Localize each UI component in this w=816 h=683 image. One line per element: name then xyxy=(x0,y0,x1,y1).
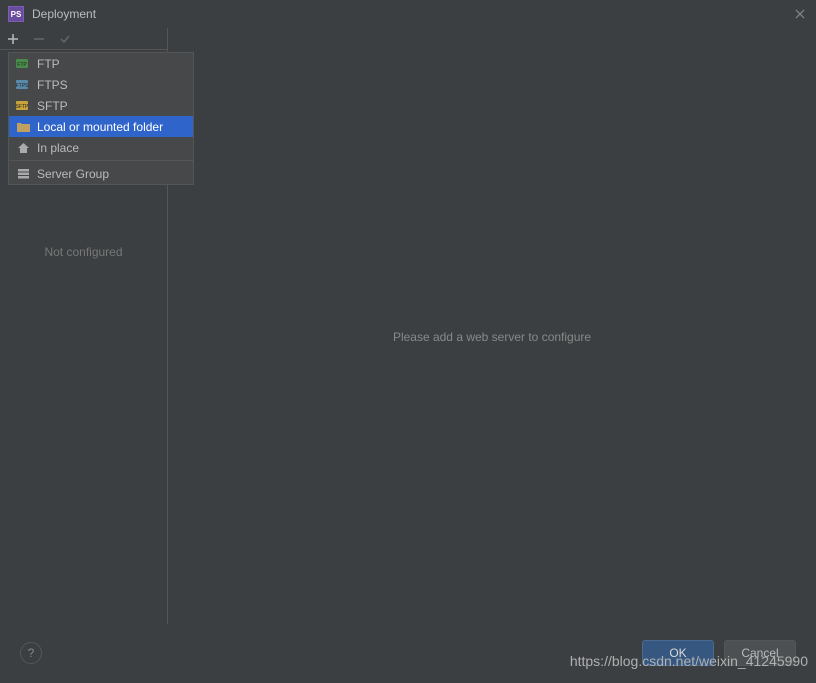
menu-item-ftps[interactable]: FTPS FTPS xyxy=(9,74,193,95)
set-default-button[interactable] xyxy=(58,32,72,46)
cancel-button[interactable]: Cancel xyxy=(724,640,796,666)
ok-button[interactable]: OK xyxy=(642,640,714,666)
content-panel: Please add a web server to configure xyxy=(168,50,816,624)
check-icon xyxy=(59,33,71,45)
minus-icon xyxy=(33,33,45,45)
ftps-icon: FTPS xyxy=(15,78,31,92)
menu-item-label: Server Group xyxy=(37,167,109,181)
server-group-icon xyxy=(15,167,31,181)
close-button[interactable] xyxy=(792,6,808,22)
dialog-footer: ? OK Cancel xyxy=(0,624,816,681)
ftp-icon: FTP xyxy=(15,57,31,71)
titlebar: PS Deployment xyxy=(0,0,816,28)
menu-item-in-place[interactable]: In place xyxy=(9,137,193,158)
app-icon: PS xyxy=(8,6,24,22)
remove-button[interactable] xyxy=(32,32,46,46)
add-button[interactable] xyxy=(6,32,20,46)
menu-item-ftp[interactable]: FTP FTP xyxy=(9,53,193,74)
footer-buttons: OK Cancel xyxy=(642,640,796,666)
svg-text:FTPS: FTPS xyxy=(16,83,29,89)
menu-item-label: In place xyxy=(37,141,79,155)
menu-separator xyxy=(9,160,193,161)
sidebar-toolbar xyxy=(0,28,168,50)
svg-text:SFTP: SFTP xyxy=(16,104,29,110)
menu-item-label: FTPS xyxy=(37,78,68,92)
folder-icon xyxy=(15,120,31,134)
window-title: Deployment xyxy=(32,7,792,21)
help-button[interactable]: ? xyxy=(20,642,42,664)
ok-button-label: OK xyxy=(669,646,686,660)
menu-item-label: FTP xyxy=(37,57,60,71)
menu-item-label: SFTP xyxy=(37,99,68,113)
home-icon xyxy=(15,141,31,155)
app-icon-badge: PS xyxy=(11,10,22,19)
server-type-menu: FTP FTP FTPS FTPS SFTP SFTP Local or mou… xyxy=(8,52,194,185)
menu-item-server-group[interactable]: Server Group xyxy=(9,163,193,184)
close-icon xyxy=(795,9,805,19)
help-icon: ? xyxy=(28,646,35,660)
menu-item-local-folder[interactable]: Local or mounted folder xyxy=(9,116,193,137)
menu-item-label: Local or mounted folder xyxy=(37,120,163,134)
cancel-button-label: Cancel xyxy=(741,646,778,660)
sftp-icon: SFTP xyxy=(15,99,31,113)
menu-item-sftp[interactable]: SFTP SFTP xyxy=(9,95,193,116)
svg-text:FTP: FTP xyxy=(17,62,27,68)
plus-icon xyxy=(7,33,19,45)
content-empty-text: Please add a web server to configure xyxy=(393,330,591,344)
